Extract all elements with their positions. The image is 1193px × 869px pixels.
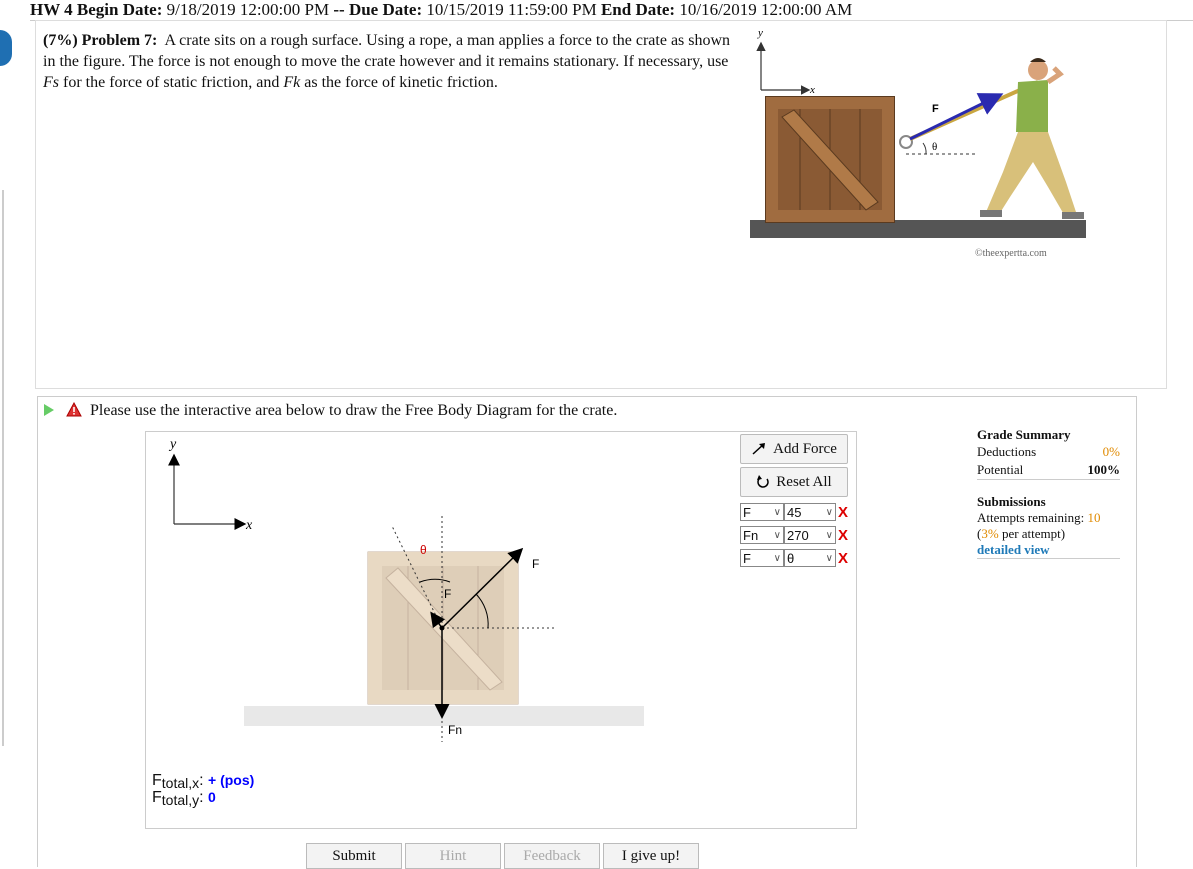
reset-icon [757,475,770,488]
hint-button[interactable]: Hint [405,843,501,869]
end-date: 10/16/2019 12:00:00 AM [679,0,853,19]
fbd-origin [439,625,445,631]
submit-button[interactable]: Submit [306,843,402,869]
fs-symbol: Fs [43,74,59,91]
ftotal-y-value: 0 [208,789,216,805]
begin-date: 9/18/2019 12:00:00 PM [166,0,330,19]
problem-figure: y x θ F [750,27,1086,238]
delete-force-button[interactable]: X [838,527,848,544]
ftotal-y-label: total,y [161,792,200,808]
force-name-select[interactable]: F ∨ [740,503,784,521]
chevron-down-icon: ∨ [773,506,781,518]
problem-text-3: as the force of kinetic friction. [300,74,498,91]
potential-value: 100% [1087,462,1121,477]
give-up-button[interactable]: I give up! [603,843,699,869]
fbd-axes: y x [168,437,253,533]
hw-label: HW 4 [30,0,73,19]
fbd-canvas[interactable]: y x θ F F Fn [145,431,739,829]
grade-summary: Grade Summary Deductions 0% Potential 100%… [977,427,1120,559]
force-name-select[interactable]: Fn ∨ [740,526,784,544]
net-force-readout: Ftotal,x: + (pos) Ftotal,y: 0 [152,772,255,808]
crate-image [765,96,895,223]
man-figure [980,58,1084,219]
ftotal-x-label: total,x [161,775,200,791]
fbd-theta-label: θ [420,543,427,557]
side-divider [2,190,4,746]
delete-force-button[interactable]: X [838,504,848,521]
figure-axis-x: x [809,84,815,96]
fbd-drawing[interactable]: y x θ F F Fn [146,432,738,828]
deductions-value: 0% [1102,444,1120,459]
fbd-ground [244,706,644,726]
chevron-down-icon: ∨ [773,529,781,541]
fbd-axis-y: y [168,437,177,452]
force-row-2: Fn ∨ 270 ∨ X [740,525,848,545]
problem-number: Problem 7: [81,32,158,49]
force-angle-select[interactable]: θ ∨ [784,549,836,567]
problem-weight: (7%) [43,32,78,49]
due-label: Due Date: [348,0,423,19]
chevron-down-icon: ∨ [825,506,833,518]
play-icon[interactable] [44,404,54,416]
figure-axis-y: y [757,27,763,39]
force-row-3: F ∨ θ ∨ X [740,548,848,568]
force-angle-select[interactable]: 270 ∨ [784,526,836,544]
end-label: End Date: [600,0,676,19]
reset-all-button[interactable]: Reset All [740,467,848,497]
attempts-remaining: 10 [1087,510,1101,525]
fk-symbol: Fk [283,74,301,91]
submissions-title: Submissions [977,494,1046,509]
fbd-f-label: F [532,557,539,571]
header-separator: -- [333,0,345,19]
add-force-button[interactable]: Add Force [740,434,848,464]
side-tab[interactable] [0,30,12,66]
chevron-down-icon: ∨ [825,552,833,564]
figure-force-label: F [932,103,939,115]
force-row-1: F ∨ 45 ∨ X [740,502,848,522]
problem-text-2: for the force of static friction, and [59,74,284,91]
figure-angle-label: θ [932,141,937,153]
warning-icon [66,402,82,417]
fbd-axis-x: x [245,518,253,533]
detailed-view-link[interactable]: detailed view [977,542,1050,557]
problem-statement: (7%) Problem 7: A crate sits on a rough … [43,30,733,93]
ftotal-x-value: + (pos) [208,772,255,788]
begin-label: Begin Date: [76,0,163,19]
copyright-text: ©theexpertta.com [975,248,1047,259]
force-name-select[interactable]: F ∨ [740,549,784,567]
fbd-f-inner-label: F [444,587,451,601]
arrow-icon [752,443,766,455]
force-angle-select[interactable]: 45 ∨ [784,503,836,521]
chevron-down-icon: ∨ [825,529,833,541]
fbd-instruction: Please use the interactive area below to… [90,402,618,419]
chevron-down-icon: ∨ [773,552,781,564]
fbd-fn-label: Fn [448,723,462,737]
grade-summary-title: Grade Summary [977,427,1071,442]
delete-force-button[interactable]: X [838,550,848,567]
feedback-button[interactable]: Feedback [504,843,600,869]
assignment-header: HW 4 Begin Date: 9/18/2019 12:00:00 PM -… [30,0,1193,21]
figure-axes: y x [756,27,815,96]
due-date: 10/15/2019 11:59:00 PM [426,0,597,19]
